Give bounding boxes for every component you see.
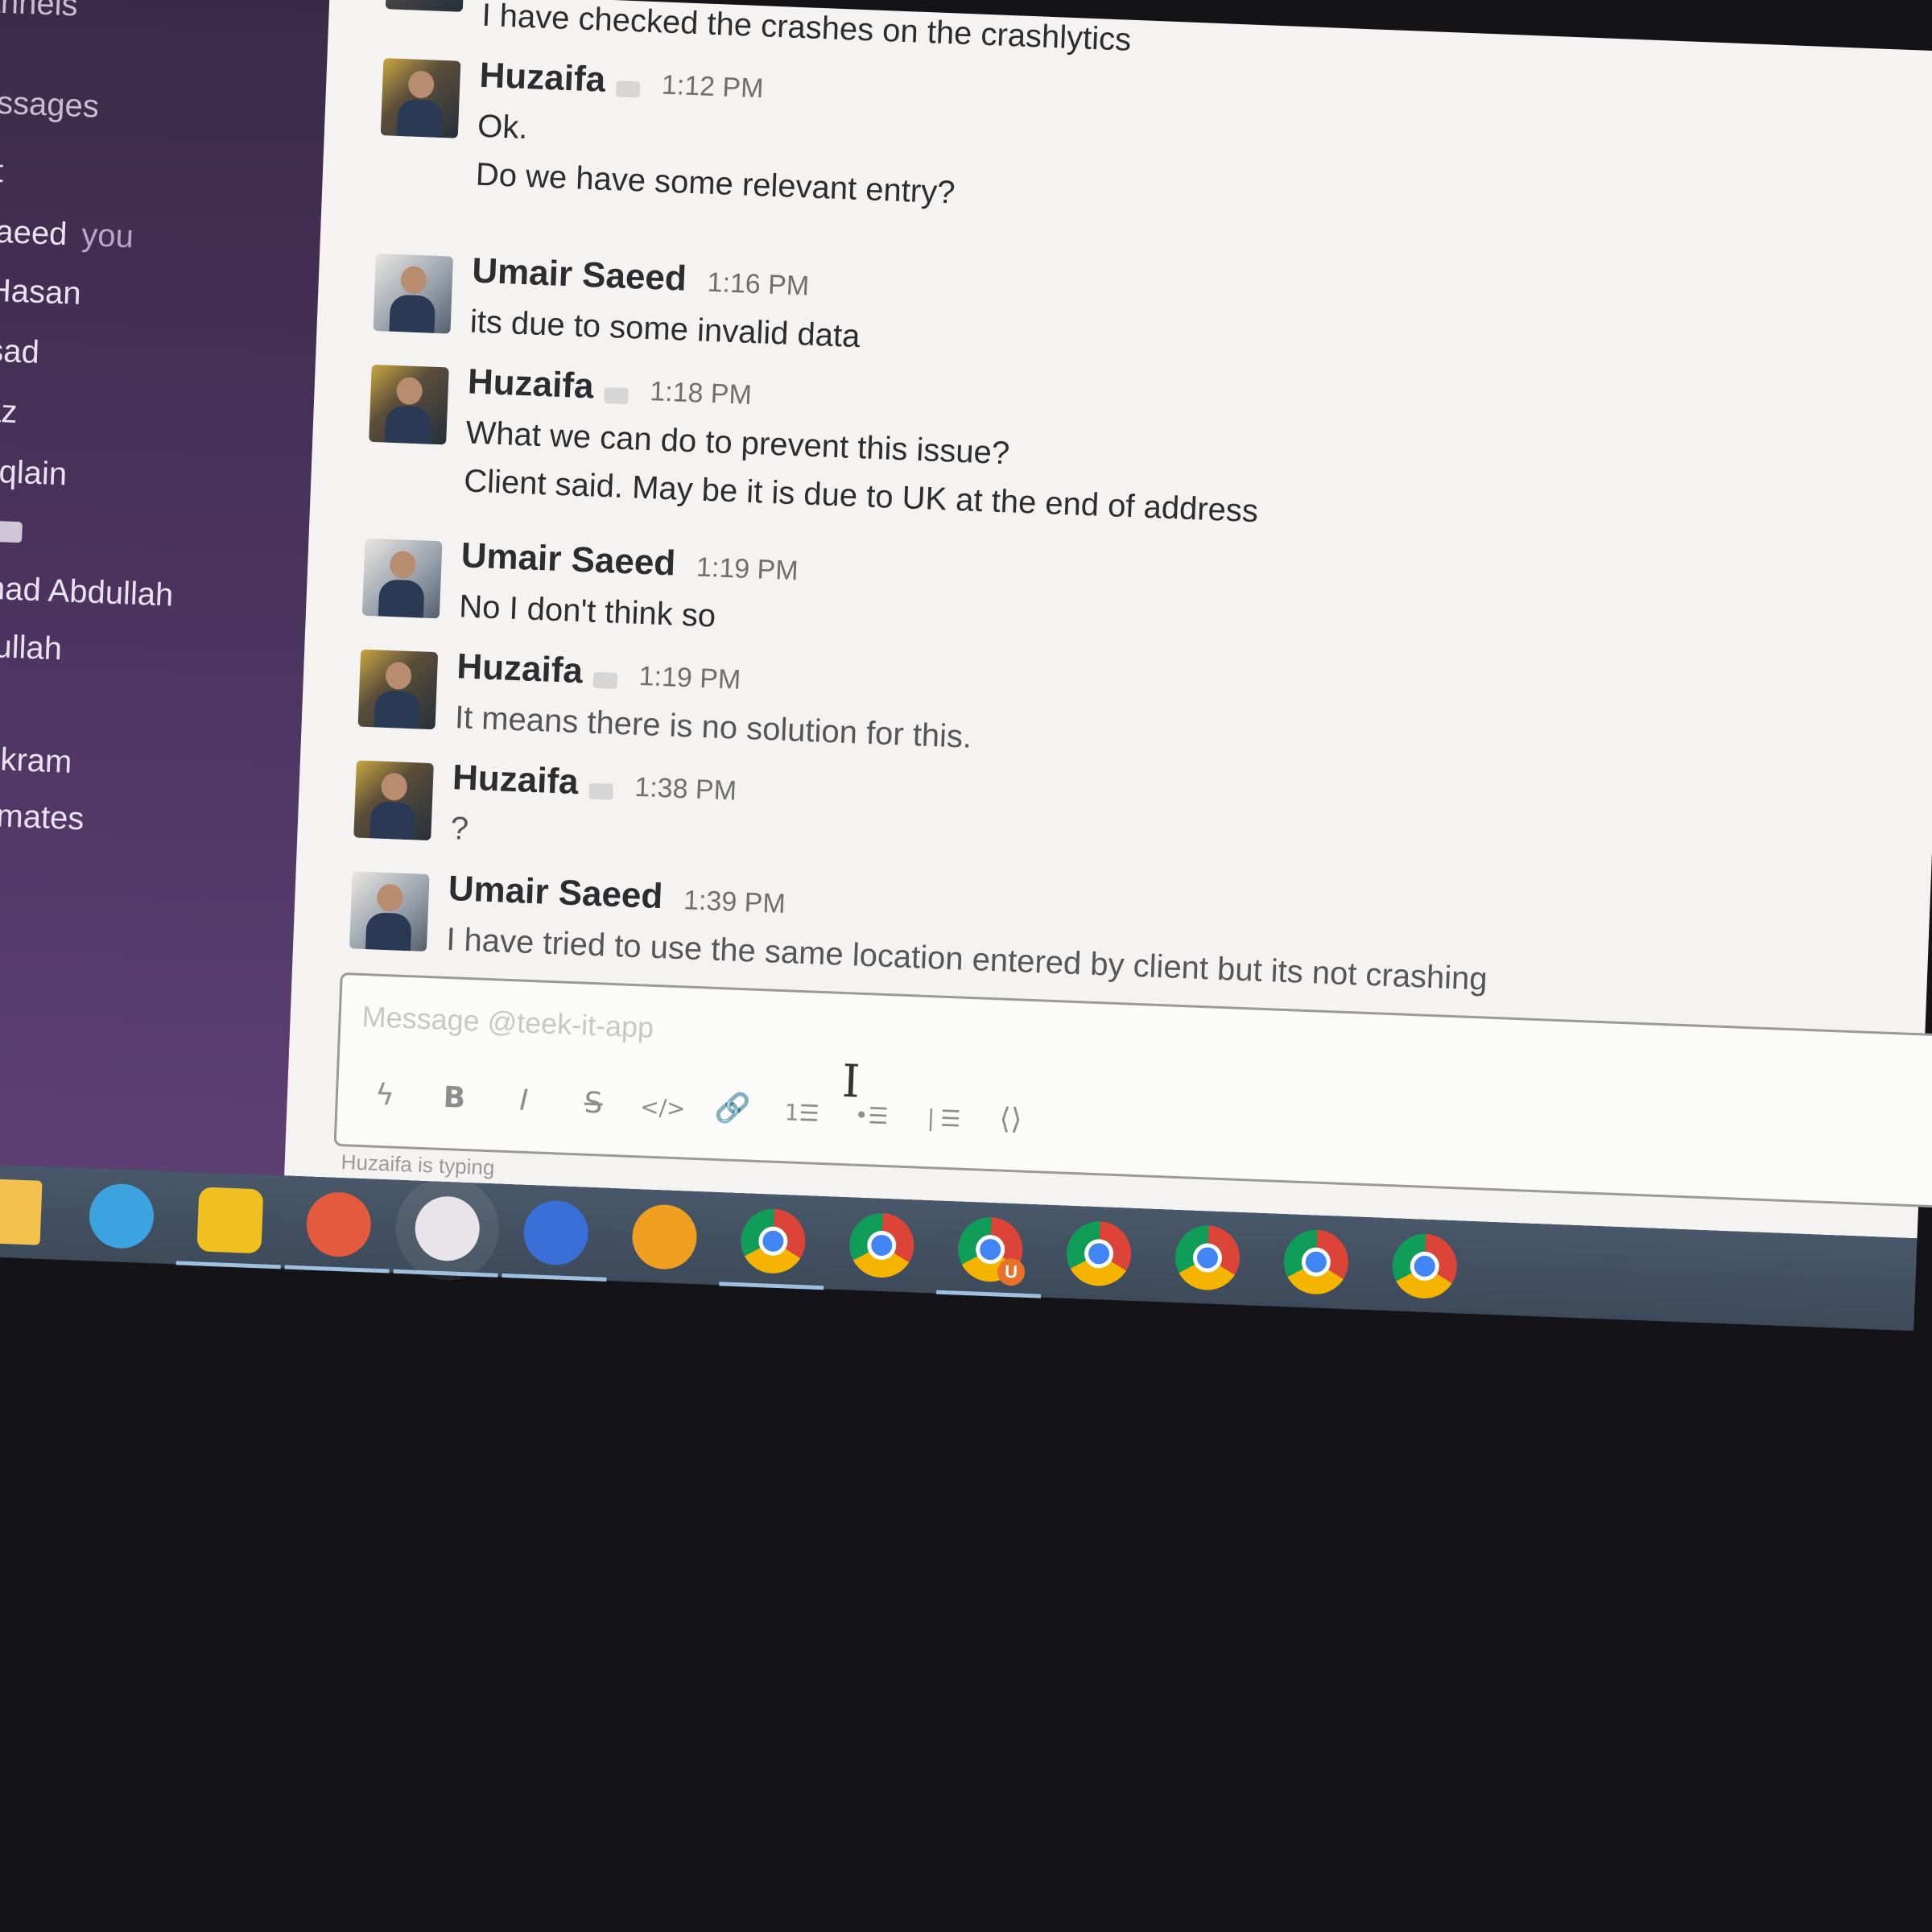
sidebar-item-ahmad-abdullah[interactable]: nmad Abdullah [0,569,174,613]
sidebar-item-asad[interactable]: asad [0,332,40,371]
avatar[interactable] [380,58,461,138]
message-author[interactable]: Huzaifa [452,758,579,802]
lightning-icon[interactable]: ϟ [357,1071,413,1121]
you-label: you [80,217,134,255]
avatar [385,0,465,12]
status-icon [604,386,630,404]
sidebar-item-hasan[interactable]: l Hasan [0,272,81,312]
sidebar-item-abdullah[interactable]: bdullah [0,627,63,667]
sidebar-item-vaz[interactable]: vaz [0,393,18,431]
message-time[interactable]: 1:19 PM [696,552,799,587]
status-icon [616,80,642,98]
sidebar-item-label: Saeed [0,213,68,253]
message-pane: I have checked the crashes on the crashl… [284,0,1932,1239]
sidebar-item-label: saqlain [0,452,68,493]
message-author[interactable]: Huzaifa [456,646,584,691]
avatar[interactable] [369,364,449,445]
app-icon[interactable] [630,1203,698,1271]
chrome-icon[interactable] [1065,1220,1133,1287]
sidebar-item-label: bdullah [0,627,63,667]
typing-indicator: Huzaifa is typing [341,1150,495,1180]
avatar[interactable] [361,538,443,619]
formatting-toolbar: ϟ B I S </> 🔗 1☰ •☰ ❘☰ ⟨⟩ [356,1071,1050,1154]
blockquote-icon[interactable]: ❘☰ [913,1093,969,1144]
sidebar-item-teammates[interactable]: ammates [0,796,85,837]
avatar[interactable] [349,871,430,952]
sidebar-item-bot[interactable]: ot [0,153,4,190]
message-author[interactable]: Huzaifa [479,56,606,100]
status-icon [588,782,614,800]
italic-icon[interactable]: I [496,1075,552,1126]
message-author[interactable]: Umair Saeed [471,251,687,299]
chrome-icon[interactable]: U [956,1216,1026,1286]
sidebar-item-direct-messages[interactable]: essages [0,85,100,126]
sidebar-item-label: vaz [0,392,19,430]
sidebar-item-saqlain[interactable]: saqlain [0,453,68,493]
chrome-icon[interactable] [1391,1232,1459,1300]
sidebar-item-label: nmad Abdullah [0,569,175,613]
sidebar-item-label: b Akram [0,740,73,780]
app-icon[interactable] [522,1199,590,1266]
message-author[interactable]: Umair Saeed [448,869,663,916]
message-time[interactable]: 1:18 PM [650,376,753,411]
sidebar-item-label: essages [0,84,100,125]
sidebar-item-label: ot [0,152,4,190]
code-icon[interactable]: </> [634,1083,691,1133]
screen: annels essages ot Saeedyou l Hasan asad … [0,0,1932,1451]
bold-icon[interactable]: B [426,1073,482,1124]
sidebar-item-label: ammates [0,796,85,837]
avatar[interactable] [357,649,439,730]
message-time[interactable]: 1:16 PM [707,267,810,302]
chrome-icon[interactable] [1282,1228,1350,1296]
message-author[interactable]: Huzaifa [467,361,594,406]
pentagon-app-icon[interactable] [196,1187,264,1254]
strikethrough-icon[interactable]: S [565,1079,621,1129]
avatar[interactable] [373,253,454,334]
chrome-icon[interactable] [1174,1224,1241,1292]
chrome-icon[interactable] [739,1208,807,1275]
link-icon[interactable]: 🔗 [704,1084,761,1134]
sidebar-item-label: annels [0,0,79,23]
sidebar-item-channels[interactable]: annels [0,0,78,23]
message-author[interactable]: Umair Saeed [460,535,676,583]
pen-app-icon[interactable] [305,1191,373,1258]
message-time[interactable]: 1:39 PM [683,885,786,919]
sidebar-item-a[interactable]: a [0,511,23,550]
sidebar-item-label: asad [0,332,40,370]
slack-icon[interactable] [414,1195,481,1262]
chrome-icon[interactable] [848,1212,915,1279]
sidebar-item-akram[interactable]: b Akram [0,740,72,781]
message-time[interactable]: 1:19 PM [638,661,741,696]
ordered-list-icon[interactable]: 1☰ [774,1088,830,1139]
sidebar: annels essages ot Saeedyou l Hasan asad … [0,0,330,1176]
message-time[interactable]: 1:38 PM [634,772,737,807]
sidebar-item-label: l Hasan [0,272,82,312]
code-block-icon[interactable]: ⟨⟩ [982,1095,1038,1146]
sidebar-item-saeed[interactable]: Saeed you [0,213,134,256]
maps-icon[interactable] [88,1183,155,1250]
status-icon [593,671,618,689]
file-explorer-icon[interactable] [0,1178,43,1245]
message-time[interactable]: 1:12 PM [661,69,764,104]
chat-bubble-icon [0,521,23,543]
avatar[interactable] [353,760,434,841]
bulleted-list-icon[interactable]: •☰ [843,1091,899,1141]
notification-badge: U [997,1257,1026,1286]
